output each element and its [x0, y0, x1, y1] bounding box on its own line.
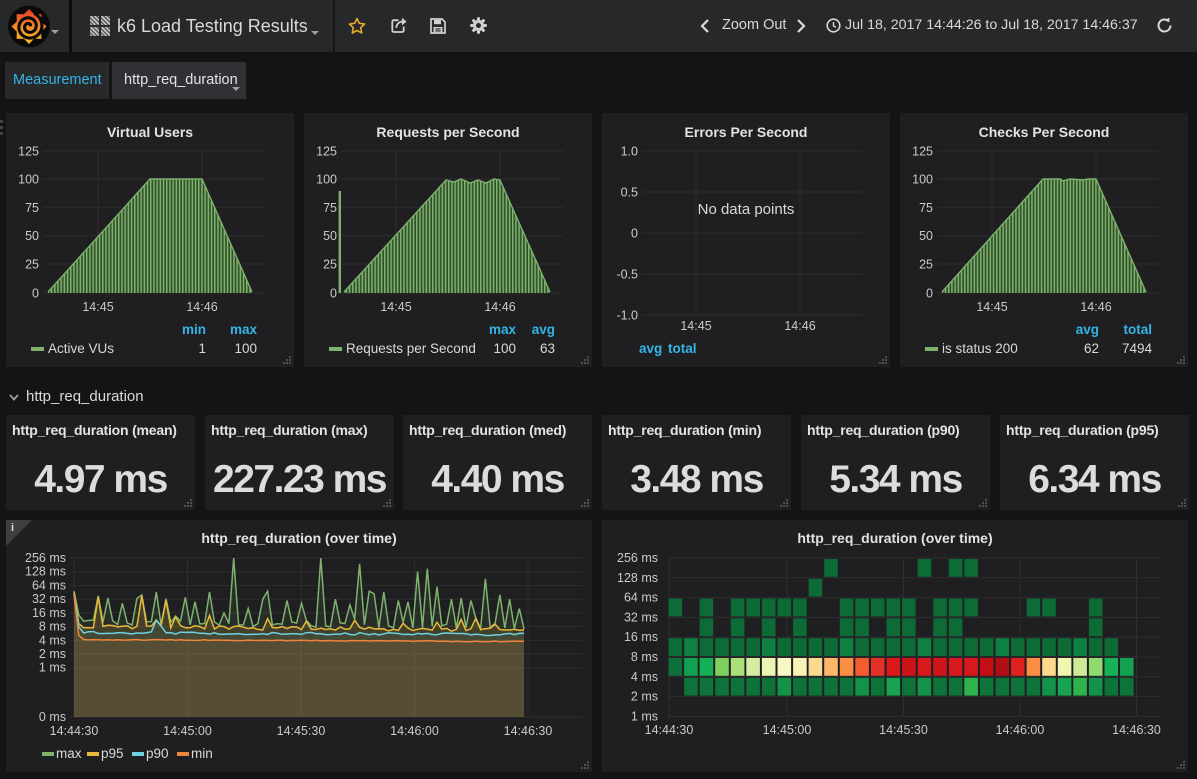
svg-text:14:46:30: 14:46:30 — [504, 724, 553, 738]
svg-text:14:44:30: 14:44:30 — [645, 723, 694, 737]
svg-text:50: 50 — [323, 229, 337, 243]
svg-text:1 ms: 1 ms — [631, 709, 658, 723]
svg-text:14:45: 14:45 — [82, 300, 113, 314]
svg-text:-0.5: -0.5 — [616, 268, 638, 282]
svg-text:32 ms: 32 ms — [624, 610, 658, 624]
svg-text:2 ms: 2 ms — [39, 647, 66, 661]
svg-text:0: 0 — [32, 287, 39, 301]
svg-text:25: 25 — [25, 258, 39, 272]
svg-text:50: 50 — [25, 229, 39, 243]
svg-text:14:45:00: 14:45:00 — [163, 724, 212, 738]
svg-text:14:46:30: 14:46:30 — [1112, 723, 1161, 737]
svg-text:8 ms: 8 ms — [631, 650, 658, 664]
svg-text:14:45: 14:45 — [380, 300, 411, 314]
svg-text:16 ms: 16 ms — [624, 630, 658, 644]
svg-text:125: 125 — [316, 145, 337, 159]
svg-text:128 ms: 128 ms — [25, 565, 66, 579]
svg-text:100: 100 — [316, 173, 337, 187]
svg-text:14:46: 14:46 — [784, 319, 815, 333]
svg-text:1.0: 1.0 — [621, 145, 638, 159]
svg-text:75: 75 — [25, 201, 39, 215]
svg-text:14:45:00: 14:45:00 — [763, 723, 812, 737]
svg-text:4 ms: 4 ms — [39, 633, 66, 647]
svg-text:8 ms: 8 ms — [39, 620, 66, 634]
svg-text:256 ms: 256 ms — [25, 551, 66, 565]
svg-text:50: 50 — [919, 229, 933, 243]
svg-text:0: 0 — [631, 227, 638, 241]
svg-text:1 ms: 1 ms — [39, 661, 66, 675]
svg-text:0 ms: 0 ms — [39, 710, 66, 724]
svg-text:75: 75 — [919, 201, 933, 215]
svg-text:32 ms: 32 ms — [32, 592, 66, 606]
svg-text:25: 25 — [919, 258, 933, 272]
svg-text:14:46: 14:46 — [484, 300, 515, 314]
svg-text:0.5: 0.5 — [621, 186, 638, 200]
svg-text:100: 100 — [912, 173, 933, 187]
svg-text:-1.0: -1.0 — [616, 309, 638, 323]
svg-text:64 ms: 64 ms — [624, 591, 658, 605]
svg-text:4 ms: 4 ms — [631, 670, 658, 684]
svg-text:125: 125 — [912, 145, 933, 159]
svg-text:14:45:30: 14:45:30 — [879, 723, 928, 737]
svg-text:128 ms: 128 ms — [617, 571, 658, 585]
svg-text:2 ms: 2 ms — [631, 690, 658, 704]
svg-text:125: 125 — [18, 145, 39, 159]
svg-text:14:44:30: 14:44:30 — [50, 724, 99, 738]
svg-text:14:45:30: 14:45:30 — [277, 724, 326, 738]
svg-text:14:46: 14:46 — [186, 300, 217, 314]
svg-text:16 ms: 16 ms — [32, 606, 66, 620]
svg-text:100: 100 — [18, 173, 39, 187]
svg-text:14:45: 14:45 — [976, 300, 1007, 314]
svg-text:256 ms: 256 ms — [617, 551, 658, 565]
svg-text:14:45: 14:45 — [680, 319, 711, 333]
svg-text:0: 0 — [330, 287, 337, 301]
svg-text:14:46: 14:46 — [1080, 300, 1111, 314]
svg-text:64 ms: 64 ms — [32, 578, 66, 592]
svg-text:75: 75 — [323, 201, 337, 215]
svg-text:14:46:00: 14:46:00 — [996, 723, 1045, 737]
svg-text:14:46:00: 14:46:00 — [390, 724, 439, 738]
svg-text:25: 25 — [323, 258, 337, 272]
svg-text:0: 0 — [926, 287, 933, 301]
svg-text:No data points: No data points — [698, 201, 795, 218]
